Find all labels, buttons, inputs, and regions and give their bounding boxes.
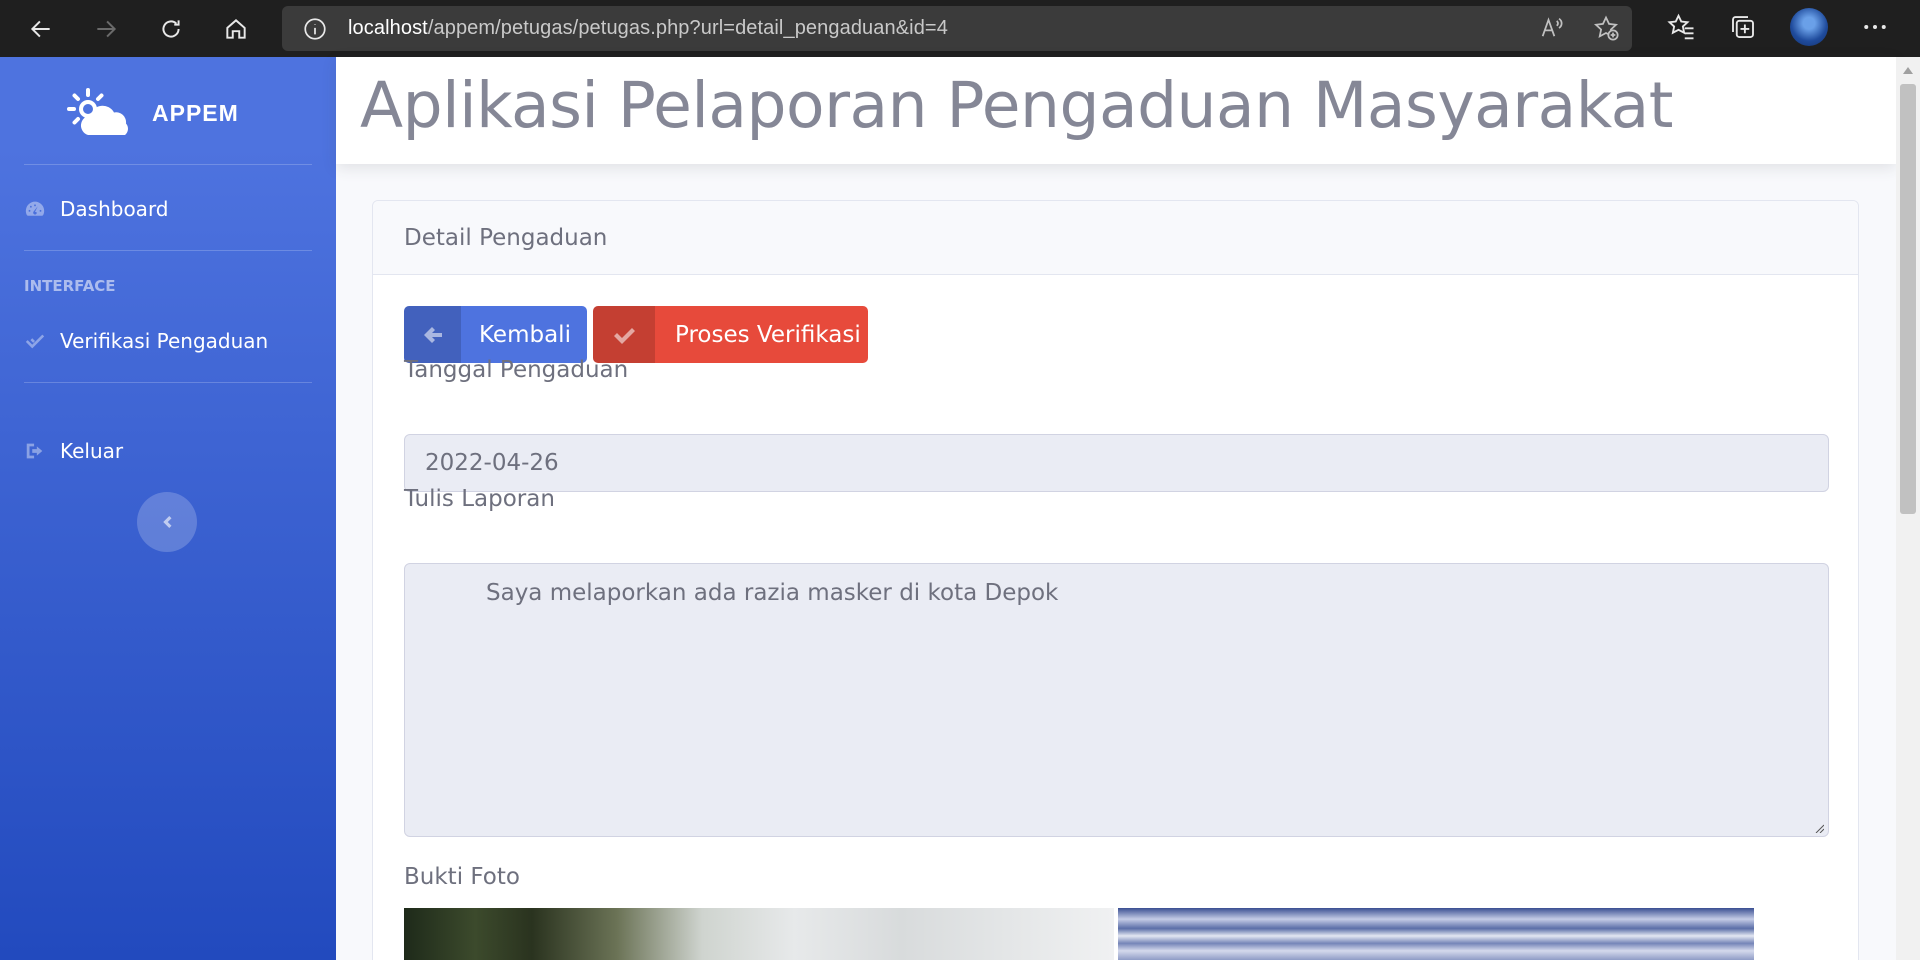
resize-grip-icon[interactable]: [1814, 823, 1824, 833]
scroll-up-arrow-icon[interactable]: [1903, 67, 1913, 74]
add-favorite-icon[interactable]: [1592, 14, 1620, 42]
home-button[interactable]: [213, 6, 259, 52]
topbar: Aplikasi Pelaporan Pengaduan Masyarakat: [336, 57, 1896, 164]
sidebar-item-label: Keluar: [60, 439, 124, 463]
sidebar-item-label: Verifikasi Pengaduan: [60, 329, 269, 353]
home-icon: [226, 18, 246, 39]
sidebar-item-dashboard[interactable]: Dashboard: [24, 197, 169, 221]
card-header: Detail Pengaduan: [373, 201, 1858, 275]
report-label: Tulis Laporan: [404, 486, 555, 512]
date-value: 2022-04-26: [425, 450, 559, 476]
address-bar[interactable]: localhost/appem/petugas/petugas.php?url=…: [282, 6, 1632, 51]
sign-out-icon: [26, 443, 43, 459]
sidebar-item-label: Dashboard: [60, 197, 169, 221]
url-text[interactable]: localhost/appem/petugas/petugas.php?url=…: [348, 17, 948, 40]
refresh-button[interactable]: [148, 6, 194, 52]
sidebar-item-keluar[interactable]: Keluar: [24, 439, 123, 463]
photo-label: Bukti Foto: [404, 864, 520, 890]
sidebar: APPEM Dashboard INTERFACE Verifikasi Pen…: [0, 57, 336, 960]
profile-avatar[interactable]: [1790, 8, 1828, 46]
favorites-icon[interactable]: [1666, 12, 1696, 42]
sun-cloud-logo-icon: [66, 87, 132, 139]
date-field[interactable]: 2022-04-26: [404, 434, 1829, 492]
evidence-photo[interactable]: [404, 908, 1114, 960]
arrow-left-icon: [423, 326, 442, 343]
url-host: localhost: [348, 17, 428, 39]
back-button[interactable]: Kembali: [404, 306, 587, 363]
browser-toolbar: localhost/appem/petugas/petugas.php?url=…: [0, 0, 1920, 57]
page-scrollbar[interactable]: [1896, 57, 1920, 960]
evidence-photo[interactable]: [1118, 908, 1754, 960]
photo-gallery: [404, 908, 1754, 960]
brand-name: APPEM: [152, 99, 239, 126]
info-icon[interactable]: [302, 16, 328, 42]
card-title: Detail Pengaduan: [404, 224, 608, 251]
refresh-icon: [162, 19, 180, 37]
report-value: Saya melaporkan ada razia masker di kota…: [486, 580, 1059, 606]
sidebar-heading: INTERFACE: [24, 277, 116, 295]
arrow-left-icon: [30, 20, 50, 37]
sidebar-item-verifikasi[interactable]: Verifikasi Pengaduan: [24, 329, 268, 353]
brand-link[interactable]: APPEM: [66, 87, 239, 139]
sidebar-divider: [24, 164, 312, 165]
scroll-thumb[interactable]: [1900, 84, 1916, 514]
sidebar-toggle-button[interactable]: [137, 492, 197, 552]
tachometer-icon: [25, 201, 45, 216]
verify-button-label: Proses Verifikasi: [675, 321, 861, 348]
page-title: Aplikasi Pelaporan Pengaduan Masyarakat: [360, 69, 1673, 142]
more-options-icon[interactable]: [1860, 12, 1890, 42]
back-nav-button[interactable]: [18, 6, 64, 52]
collections-icon[interactable]: [1728, 12, 1758, 42]
url-path: /appem/petugas/petugas.php?url=detail_pe…: [427, 17, 948, 39]
read-aloud-icon[interactable]: [1538, 14, 1566, 42]
verify-button[interactable]: Proses Verifikasi: [593, 306, 868, 363]
sidebar-divider: [24, 382, 312, 383]
back-button-label: Kembali: [479, 321, 571, 348]
sidebar-divider: [24, 250, 312, 251]
date-label: Tanggal Pengaduan: [404, 357, 629, 383]
arrow-right-icon: [97, 20, 117, 37]
chevron-left-icon: [163, 516, 172, 528]
detail-card: Detail Pengaduan Kembali Proses Verifika…: [372, 200, 1859, 960]
check-icon: [614, 327, 635, 344]
check-double-icon: [25, 334, 45, 349]
report-textarea[interactable]: Saya melaporkan ada razia masker di kota…: [404, 563, 1829, 837]
forward-nav-button[interactable]: [83, 6, 129, 52]
